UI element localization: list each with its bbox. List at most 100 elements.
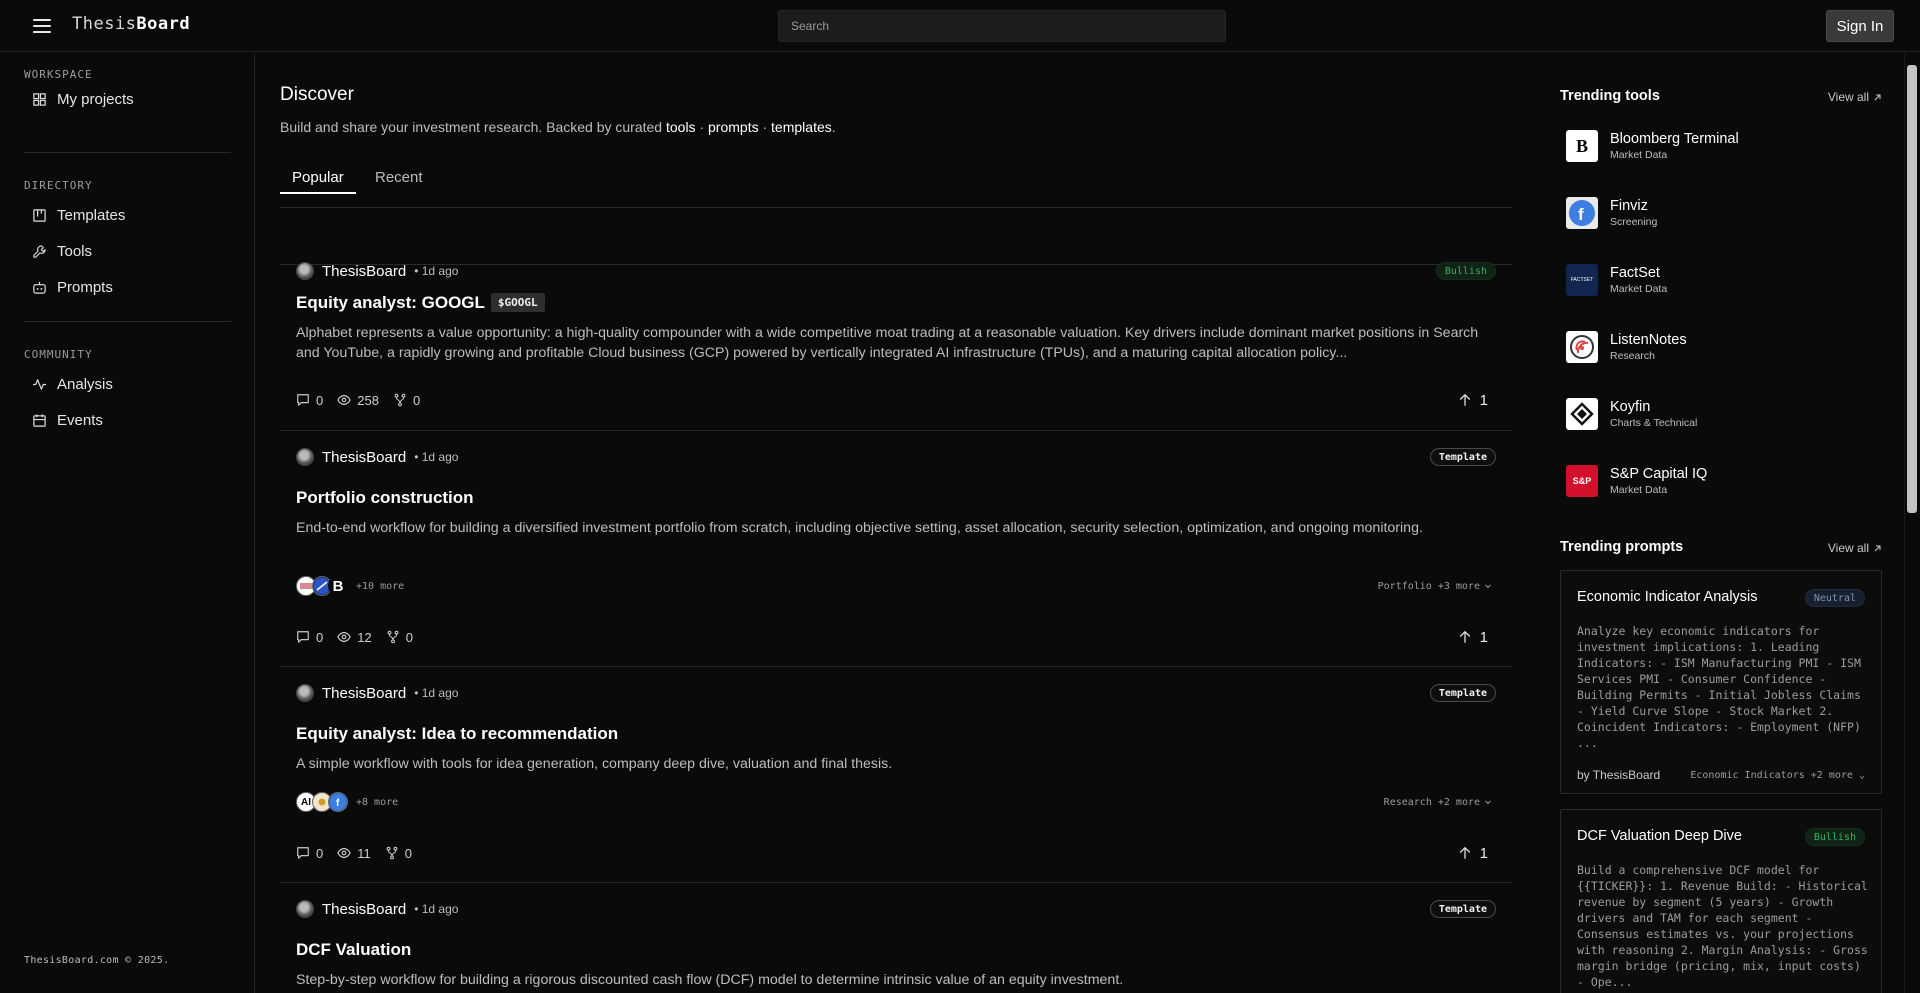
post-header: ThesisBoard • 1d ago	[296, 899, 458, 919]
tab-popular[interactable]: Popular	[280, 169, 356, 194]
tool-item[interactable]: S&P S&P Capital IQ Market Data	[1566, 456, 1876, 506]
prompt-title[interactable]: DCF Valuation Deep Dive	[1577, 828, 1742, 844]
tools-link[interactable]: tools	[666, 119, 696, 135]
forks-count: 0	[405, 629, 413, 645]
subtitle-text: Build and share your investment research…	[280, 119, 666, 135]
feed-tabs: Popular Recent	[280, 169, 1512, 265]
prompt-body: Analyze key economic indicators for inve…	[1577, 624, 1868, 750]
tools-more-count: +8 more	[356, 796, 399, 808]
arrow-up-icon	[1458, 846, 1472, 860]
views-count: 12	[357, 629, 372, 645]
eye-icon	[337, 393, 351, 407]
tag-select[interactable]: Portfolio +3 more	[1378, 575, 1492, 597]
views-count: 11	[357, 845, 371, 861]
comment-icon	[296, 846, 310, 860]
templates-link[interactable]: templates	[771, 119, 832, 135]
views-stat: 12	[337, 629, 372, 645]
template-badge: Template	[1429, 900, 1496, 918]
comment-icon	[296, 630, 310, 644]
post-title[interactable]: Portfolio construction	[296, 488, 474, 508]
prompt-tag-label: Economic Indicators +2 more	[1690, 769, 1853, 781]
brand-logo[interactable]: ThesisBoard	[72, 14, 190, 34]
post-author[interactable]: ThesisBoard	[322, 685, 406, 702]
tools-view-all-link[interactable]: View all	[1828, 90, 1882, 104]
koyfin-logo-icon	[1566, 398, 1598, 430]
subtitle-period: .	[831, 119, 836, 135]
grid-icon	[32, 92, 47, 107]
bot-icon	[32, 280, 47, 295]
prompt-body: Build a comprehensive DCF model for {{TI…	[1577, 863, 1875, 989]
page-scrollbar-thumb[interactable]	[1907, 65, 1917, 513]
ticker-tag[interactable]: $GOOGL	[490, 293, 545, 312]
prompt-tag-select[interactable]: Economic Indicators +2 more ⌄	[1690, 770, 1865, 781]
view-all-label: View all	[1827, 541, 1869, 555]
post-title[interactable]: DCF Valuation	[296, 940, 411, 960]
forks-stat[interactable]: 0	[385, 846, 412, 861]
forks-stat[interactable]: 0	[393, 393, 420, 408]
upvote-button[interactable]: 1	[1458, 843, 1488, 863]
prompt-title[interactable]: Economic Indicator Analysis	[1577, 589, 1758, 605]
right-panel: Trending tools View all B Bloomberg Term…	[1560, 53, 1882, 993]
hamburger-menu-icon[interactable]	[32, 16, 52, 36]
post-time: • 1d ago	[414, 264, 459, 278]
sentiment-badge: Neutral	[1804, 589, 1865, 607]
tool-icons-row[interactable]: AI f +8 more	[296, 791, 398, 813]
sidebar-item-templates[interactable]: Templates	[32, 203, 125, 227]
post-card[interactable]: ThesisBoard • 1d ago Template Portfolio …	[280, 431, 1512, 667]
upvote-button[interactable]: 1	[1458, 627, 1488, 647]
sidebar-item-my-projects[interactable]: My projects	[32, 87, 134, 111]
upvote-count: 1	[1479, 844, 1488, 862]
bloomberg-logo-icon: B	[1566, 130, 1598, 162]
listennotes-logo-icon	[1566, 331, 1598, 363]
tool-item[interactable]: FACTSET FactSet Market Data	[1566, 255, 1876, 305]
tool-item[interactable]: Koyfin Charts & Technical	[1566, 389, 1876, 439]
sidebar-item-analysis[interactable]: Analysis	[32, 372, 113, 396]
post-author[interactable]: ThesisBoard	[322, 449, 406, 466]
svg-text:f: f	[1578, 205, 1584, 224]
prompts-link[interactable]: prompts	[708, 119, 759, 135]
sidebar-item-label: Templates	[57, 206, 126, 224]
sidebar-item-label: Tools	[57, 242, 93, 260]
upvote-button[interactable]: 1	[1458, 390, 1488, 410]
prompt-card[interactable]: Economic Indicator Analysis Neutral Anal…	[1560, 570, 1882, 794]
post-card[interactable]: ThesisBoard • 1d ago Bullish Equity anal…	[280, 253, 1512, 431]
chevron-down-icon	[1484, 582, 1492, 590]
comments-stat[interactable]: 0	[296, 846, 323, 861]
post-title[interactable]: Equity analyst: GOOGL $GOOGL	[296, 293, 545, 313]
prompts-view-all-link[interactable]: View all	[1828, 541, 1882, 555]
upvote-count: 1	[1479, 628, 1488, 646]
chevron-down-icon	[1484, 798, 1492, 806]
sidebar-item-tools[interactable]: Tools	[32, 239, 92, 263]
prompt-card[interactable]: DCF Valuation Deep Dive Bullish Build a …	[1560, 809, 1882, 993]
tool-item[interactable]: ListenNotes Research	[1566, 322, 1876, 372]
tag-select[interactable]: Research +2 more	[1384, 791, 1492, 813]
avatar	[296, 448, 314, 466]
avatar	[296, 262, 314, 280]
post-author[interactable]: ThesisBoard	[322, 901, 406, 918]
tool-item[interactable]: B Bloomberg Terminal Market Data	[1566, 121, 1876, 171]
comments-stat[interactable]: 0	[296, 393, 323, 408]
trending-tools-title: Trending tools	[1560, 88, 1660, 104]
avatar	[296, 684, 314, 702]
sidebar-item-prompts[interactable]: Prompts	[32, 275, 113, 299]
fork-icon	[386, 630, 400, 644]
tab-recent[interactable]: Recent	[375, 169, 423, 192]
sidebar-item-events[interactable]: Events	[32, 408, 103, 432]
post-title[interactable]: Equity analyst: Idea to recommendation	[296, 724, 618, 744]
tool-icons-row[interactable]: B +10 more	[296, 575, 404, 597]
tool-item[interactable]: f Finviz Screening	[1566, 188, 1876, 238]
sign-in-button[interactable]: Sign In	[1826, 10, 1894, 42]
community-section-title: COMMUNITY	[24, 348, 93, 361]
page-title: Discover	[280, 84, 354, 105]
comments-stat[interactable]: 0	[296, 630, 323, 645]
post-description: Step-by-step workflow for building a rig…	[296, 972, 1124, 988]
tool-name: Bloomberg Terminal	[1610, 131, 1739, 147]
forks-count: 0	[412, 392, 421, 408]
avatar	[296, 900, 314, 918]
prompt-author[interactable]: by ThesisBoard	[1577, 768, 1660, 782]
post-card[interactable]: ThesisBoard • 1d ago Template DCF Valuat…	[280, 883, 1512, 993]
post-card[interactable]: ThesisBoard • 1d ago Template Equity ana…	[280, 667, 1512, 883]
forks-stat[interactable]: 0	[386, 630, 413, 645]
search-input[interactable]	[778, 10, 1226, 42]
post-author[interactable]: ThesisBoard	[322, 263, 406, 280]
